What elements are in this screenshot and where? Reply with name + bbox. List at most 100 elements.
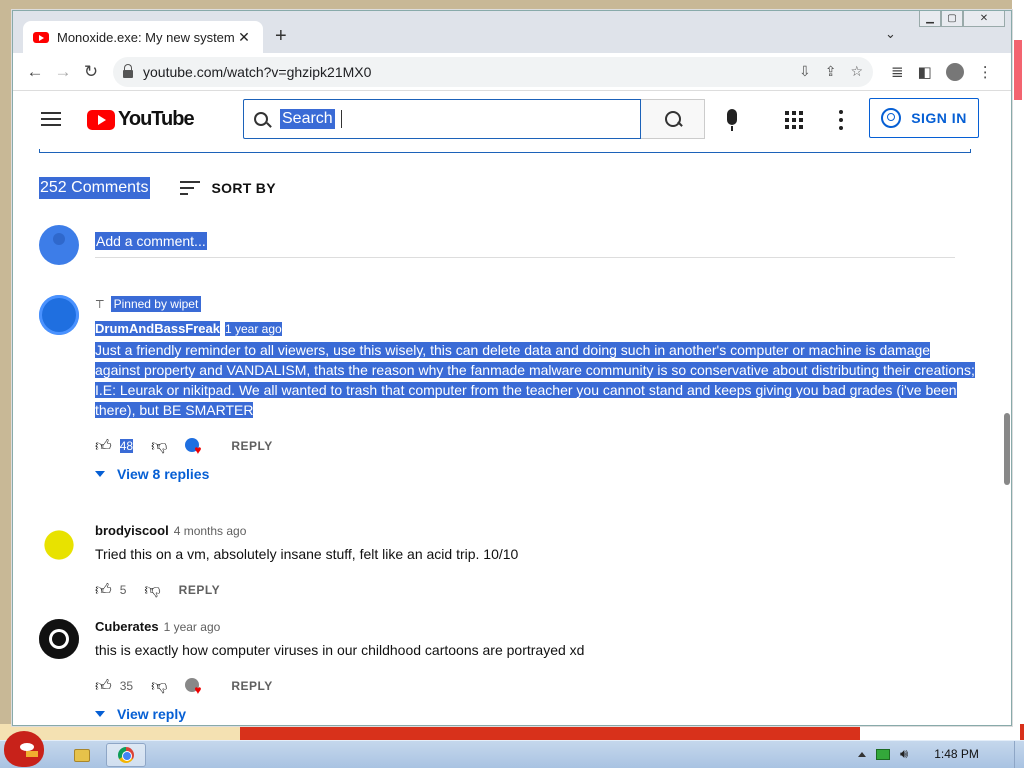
- heart-icon: ♥: [194, 443, 202, 457]
- like-icon[interactable]: 👍︎: [95, 581, 112, 600]
- sign-in-button[interactable]: SIGN IN: [869, 98, 979, 138]
- account-icon: [881, 108, 902, 128]
- browser-window: Monoxide.exe: My new system ✕ + ⌄ ▁ ▢ ✕ …: [12, 10, 1012, 726]
- desktop-wallpaper-edge: [1012, 0, 1024, 740]
- apps-grid-icon[interactable]: [785, 111, 803, 129]
- expand-caret-icon: [95, 711, 105, 717]
- comment-time[interactable]: 1 year ago: [225, 322, 282, 336]
- taskbar-explorer[interactable]: [62, 743, 102, 767]
- bookmark-star-icon[interactable]: ☆: [850, 63, 863, 80]
- comment-count: 252 Comments: [39, 177, 150, 199]
- pinned-badge: ⊤ Pinned by wipet: [95, 295, 975, 313]
- tab-search-chevron-icon[interactable]: ⌄: [885, 26, 896, 42]
- comment-text: Just a friendly reminder to all viewers,…: [95, 342, 975, 418]
- view-replies-button[interactable]: View reply: [95, 706, 975, 722]
- search-icon: [254, 112, 268, 126]
- like-icon[interactable]: 👍︎: [95, 437, 112, 456]
- pin-icon: ⊤: [95, 298, 105, 311]
- media-queue-icon[interactable]: ≣: [891, 63, 904, 81]
- view-replies-button[interactable]: View 8 replies: [95, 466, 975, 482]
- reply-button[interactable]: REPLY: [231, 679, 272, 693]
- page-scrollbar[interactable]: [1001, 149, 1011, 725]
- dislike-icon[interactable]: 👎︎: [151, 437, 167, 456]
- forward-arrow-icon[interactable]: →: [49, 58, 77, 86]
- volume-icon[interactable]: 🔊︎: [900, 746, 908, 762]
- description-box-edge: [39, 149, 971, 153]
- new-tab-button[interactable]: +: [275, 25, 287, 48]
- url-text[interactable]: youtube.com/watch?v=ghzipk21MX0: [143, 64, 799, 80]
- window-close-icon[interactable]: ✕: [963, 11, 1005, 27]
- start-orb-icon: [4, 731, 44, 767]
- comment-text: this is exactly how computer viruses in …: [95, 642, 585, 658]
- youtube-play-icon: [87, 109, 115, 130]
- commenter-avatar[interactable]: [39, 295, 79, 335]
- show-desktop-button[interactable]: [1014, 741, 1024, 768]
- like-count: 48: [119, 439, 134, 453]
- comment-time[interactable]: 4 months ago: [174, 524, 247, 538]
- profile-avatar-icon[interactable]: [945, 62, 964, 81]
- comments-header: 252 Comments SORT BY: [39, 177, 276, 199]
- commenter-avatar[interactable]: [39, 619, 79, 659]
- sort-by-button[interactable]: SORT BY: [179, 180, 276, 196]
- desktop-wallpaper-bottom: [0, 724, 1024, 740]
- like-icon[interactable]: 👍︎: [95, 677, 112, 696]
- sort-icon: [179, 181, 200, 195]
- network-icon[interactable]: [876, 748, 890, 760]
- dislike-icon[interactable]: 👎︎: [144, 581, 160, 600]
- lock-icon[interactable]: [123, 63, 133, 78]
- commenter-avatar[interactable]: [39, 523, 79, 563]
- comment-author[interactable]: DrumAndBassFreak: [95, 321, 220, 336]
- reply-button[interactable]: REPLY: [179, 583, 220, 597]
- comment-time[interactable]: 1 year ago: [164, 620, 221, 634]
- settings-kebab-icon[interactable]: [839, 110, 843, 130]
- maximize-icon[interactable]: ▢: [941, 11, 963, 27]
- heart-icon: ♥: [194, 683, 202, 697]
- user-avatar: [39, 225, 79, 265]
- pinned-label: Pinned by wipet: [110, 296, 202, 312]
- youtube-logo[interactable]: YouTube: [87, 108, 195, 131]
- clock[interactable]: 1:48 PM: [934, 747, 979, 761]
- show-hidden-icons-icon[interactable]: [858, 751, 866, 757]
- back-arrow-icon[interactable]: ←: [21, 58, 49, 86]
- dislike-icon[interactable]: 👎︎: [151, 677, 167, 696]
- guide-menu-icon[interactable]: [41, 112, 61, 126]
- scrollbar-thumb[interactable]: [1004, 413, 1010, 485]
- search-input[interactable]: Search: [243, 99, 641, 139]
- install-app-icon[interactable]: ⇩: [799, 63, 811, 80]
- text-cursor-icon: [340, 110, 342, 128]
- reply-button[interactable]: REPLY: [231, 439, 272, 453]
- search-button[interactable]: [641, 99, 705, 139]
- window-controls: ▁ ▢ ✕: [919, 11, 1005, 29]
- like-count: 5: [119, 583, 127, 597]
- youtube-logo-text: YouTube: [118, 108, 195, 130]
- reload-icon[interactable]: ↻: [77, 58, 105, 86]
- comment-author[interactable]: Cuberates: [95, 619, 159, 634]
- sign-in-label: SIGN IN: [911, 110, 967, 126]
- youtube-favicon-icon: [33, 31, 49, 43]
- youtube-masthead: YouTube Search SIGN IN: [13, 91, 1011, 149]
- system-tray: 🔊︎ 1:48 PM: [858, 746, 979, 762]
- comment-text: Tried this on a vm, absolutely insane st…: [95, 546, 519, 562]
- view-replies-label: View reply: [117, 706, 187, 722]
- address-bar[interactable]: youtube.com/watch?v=ghzipk21MX0 ⇩ ⇪ ☆: [113, 56, 873, 87]
- taskbar: 🔊︎ 1:48 PM: [0, 731, 1024, 768]
- side-panel-icon[interactable]: ◧: [918, 63, 932, 81]
- start-button[interactable]: [0, 731, 56, 768]
- search-input-value[interactable]: Search: [280, 109, 335, 129]
- folder-icon: [74, 748, 90, 762]
- comment-author[interactable]: brodyiscool: [95, 523, 169, 538]
- browser-menu-icon[interactable]: ⋮: [978, 63, 993, 81]
- like-count: 35: [119, 679, 134, 693]
- microphone-icon[interactable]: [727, 109, 737, 131]
- add-comment-input[interactable]: Add a comment...: [95, 232, 207, 250]
- share-icon[interactable]: ⇪: [825, 63, 837, 80]
- tab-close-icon[interactable]: ✕: [235, 29, 253, 46]
- tab-youtube[interactable]: Monoxide.exe: My new system ✕: [23, 21, 263, 53]
- toolbar: ← → ↻ youtube.com/watch?v=ghzipk21MX0 ⇩ …: [13, 53, 1011, 91]
- creator-heart: ♥: [185, 677, 205, 697]
- tab-strip: Monoxide.exe: My new system ✕ + ⌄ ▁ ▢ ✕: [13, 11, 1011, 53]
- add-comment-row: Add a comment...: [39, 225, 955, 275]
- minimize-icon[interactable]: ▁: [919, 11, 941, 27]
- taskbar-chrome[interactable]: [106, 743, 146, 767]
- comments-section: 252 Comments SORT BY Add a comment... ⊤: [13, 149, 1011, 725]
